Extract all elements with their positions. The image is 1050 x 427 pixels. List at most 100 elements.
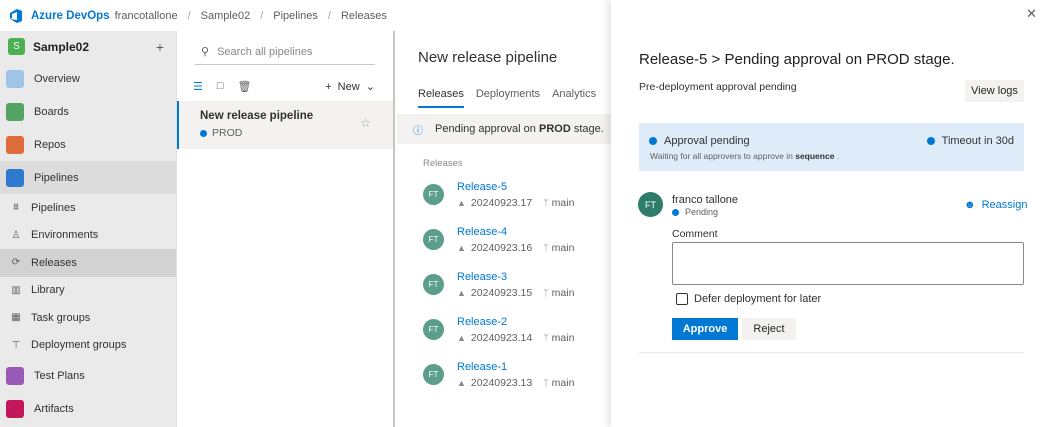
build-icon: ▲ xyxy=(457,198,466,208)
defer-deployment-option[interactable]: Defer deployment for later xyxy=(676,293,821,305)
sidebar-item-pipelines[interactable]: Pipelines xyxy=(0,161,176,194)
left-sidebar: S Sample02 + Overview Boards Repos Pipel… xyxy=(0,31,177,427)
release-row[interactable]: FT Release-2 ▲ 20240923.14 ᛉ main xyxy=(397,316,611,361)
pending-clock-icon xyxy=(672,208,679,216)
overview-icon xyxy=(6,69,24,88)
release-link[interactable]: Release-2 xyxy=(457,316,574,328)
release-row[interactable]: FT Release-5 ▲ 20240923.17 ᛉ main xyxy=(397,181,611,226)
breadcrumb-separator: / xyxy=(327,9,331,22)
release-tabs: Releases Deployments Analytics xyxy=(418,88,611,108)
sidebar-item-label: Artifacts xyxy=(34,402,74,415)
build-icon: ▲ xyxy=(457,378,466,388)
build-icon: ▲ xyxy=(457,288,466,298)
info-icon: ⓘ xyxy=(413,125,423,137)
sidebar-item-label: Test Plans xyxy=(34,369,85,382)
sidebar-subitem-label: Deployment groups xyxy=(31,339,127,352)
pipeline-title: New release pipeline xyxy=(418,49,558,66)
add-project-icon[interactable]: + xyxy=(156,39,164,55)
comment-label: Comment xyxy=(672,228,718,240)
branch-name: main xyxy=(551,197,575,209)
sidebar-item-artifacts[interactable]: Artifacts xyxy=(0,392,176,425)
build-number: 20240923.14 xyxy=(470,332,533,344)
pipeline-row[interactable]: New release pipeline PROD ☆ xyxy=(177,101,393,149)
comment-field[interactable] xyxy=(672,242,1024,285)
approval-detail-bold: sequence xyxy=(795,151,835,161)
branch-name: main xyxy=(551,332,575,344)
breadcrumb-pipelines[interactable]: Pipelines xyxy=(273,10,318,22)
task-groups-icon: ▦ xyxy=(11,312,21,324)
reject-button[interactable]: Reject xyxy=(742,318,796,340)
breadcrumb-releases[interactable]: Releases xyxy=(341,10,387,22)
release-meta: ▲ 20240923.13 ᛉ main xyxy=(457,377,574,389)
release-pipeline-pane: New release pipeline Releases Deployment… xyxy=(397,31,611,427)
timeout-label: Timeout in 30d xyxy=(941,135,1014,147)
build-number: 20240923.13 xyxy=(470,377,533,389)
pipelines-list-pane: ⚲ Search all pipelines ☰ □ 🗑 + New ⌄ New… xyxy=(177,31,395,427)
sidebar-subitem-releases[interactable]: ⟳ Releases xyxy=(0,249,176,277)
branch-icon: ᛉ xyxy=(543,333,549,343)
panel-subtitle: Pre-deployment approval pending xyxy=(639,81,797,93)
reassign-label: Reassign xyxy=(981,199,1028,211)
approval-panel: ✕ Release-5 > Pending approval on PROD s… xyxy=(611,0,1050,427)
sidebar-subitem-deployment-groups[interactable]: ⊤ Deployment groups xyxy=(0,332,176,360)
repos-icon xyxy=(6,135,24,154)
breadcrumb-separator: / xyxy=(260,9,264,22)
sidebar-subitem-label: Library xyxy=(31,284,65,297)
sidebar-subitem-environments[interactable]: ♙ Environments xyxy=(0,222,176,250)
clock-icon xyxy=(649,137,657,145)
approver-status: Pending xyxy=(672,207,718,217)
pipeline-search[interactable]: ⚲ Search all pipelines xyxy=(195,39,375,65)
tab-analytics[interactable]: Analytics xyxy=(552,88,596,108)
sidebar-subitem-task-groups[interactable]: ▦ Task groups xyxy=(0,304,176,332)
search-input[interactable]: Search all pipelines xyxy=(217,46,312,58)
release-row[interactable]: FT Release-1 ▲ 20240923.13 ᛉ main xyxy=(397,361,611,406)
top-header: Azure DevOps francotallone / Sample02 / … xyxy=(0,0,610,31)
releases-icon: ⟳ xyxy=(11,257,21,269)
breadcrumb-org[interactable]: francotallone xyxy=(115,10,178,22)
avatar: FT xyxy=(423,274,444,295)
brand-name[interactable]: Azure DevOps xyxy=(31,10,110,22)
pipelines-icon xyxy=(6,168,24,187)
branch-name: main xyxy=(551,377,575,389)
favorite-star-icon[interactable]: ☆ xyxy=(360,116,371,130)
sidebar-item-label: Pipelines xyxy=(34,171,79,184)
breadcrumb-project[interactable]: Sample02 xyxy=(201,10,251,22)
reassign-button[interactable]: ☻ Reassign xyxy=(964,199,1027,211)
sidebar-item-repos[interactable]: Repos xyxy=(0,128,176,161)
sidebar-item-boards[interactable]: Boards xyxy=(0,95,176,128)
sidebar-item-test-plans[interactable]: Test Plans xyxy=(0,359,176,392)
branch-name: main xyxy=(551,242,575,254)
sidebar-subitem-pipelines[interactable]: ⩩ Pipelines xyxy=(0,194,176,222)
folder-icon[interactable]: □ xyxy=(217,80,224,92)
list-view-icon[interactable]: ☰ xyxy=(193,80,203,93)
sidebar-subitem-library[interactable]: ▥ Library xyxy=(0,277,176,305)
stage-status-icon xyxy=(200,129,207,137)
release-link[interactable]: Release-1 xyxy=(457,361,574,373)
release-row[interactable]: FT Release-4 ▲ 20240923.16 ᛉ main xyxy=(397,226,611,271)
release-link[interactable]: Release-3 xyxy=(457,271,574,283)
defer-checkbox[interactable] xyxy=(676,293,688,305)
release-row[interactable]: FT Release-3 ▲ 20240923.15 ᛉ main xyxy=(397,271,611,316)
approval-status-label: Approval pending xyxy=(664,135,750,147)
tab-releases[interactable]: Releases xyxy=(418,88,464,108)
avatar: FT xyxy=(423,184,444,205)
build-number: 20240923.15 xyxy=(470,287,533,299)
tab-deployments[interactable]: Deployments xyxy=(476,88,540,108)
sidebar-item-overview[interactable]: Overview xyxy=(0,62,176,95)
close-icon[interactable]: ✕ xyxy=(1026,6,1037,22)
delete-icon[interactable]: 🗑 xyxy=(238,80,252,93)
release-link[interactable]: Release-4 xyxy=(457,226,574,238)
search-icon: ⚲ xyxy=(201,46,210,58)
azure-devops-logo-icon[interactable] xyxy=(8,8,24,24)
release-link[interactable]: Release-5 xyxy=(457,181,574,193)
pending-approval-banner: ⓘ Pending approval on PROD stage. xyxy=(397,114,611,144)
approval-detail: Waiting for all approvers to approve in … xyxy=(650,151,839,161)
release-meta: ▲ 20240923.15 ᛉ main xyxy=(457,287,574,299)
approve-button[interactable]: Approve xyxy=(672,318,738,340)
banner-prefix: Pending approval on xyxy=(435,123,536,135)
breadcrumb-separator: / xyxy=(187,9,191,22)
new-pipeline-button[interactable]: + New ⌄ xyxy=(325,80,375,93)
project-selector[interactable]: S Sample02 + xyxy=(0,31,176,62)
view-logs-button[interactable]: View logs xyxy=(965,80,1024,102)
person-icon: ☻ xyxy=(964,199,976,211)
